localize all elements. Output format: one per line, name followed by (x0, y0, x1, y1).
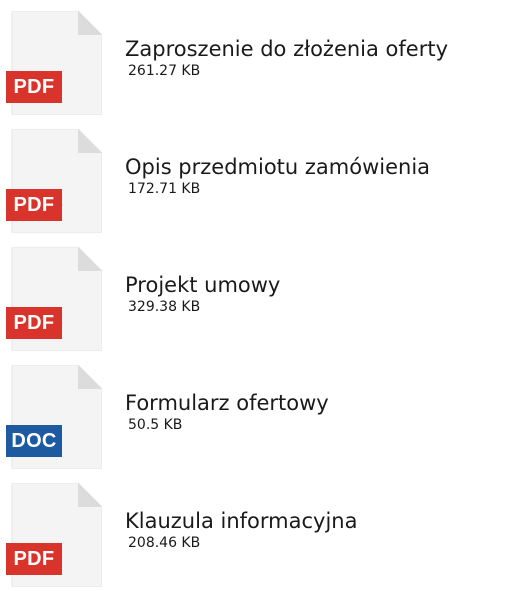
attachments-list: PDF Zaproszenie do złożenia oferty 261.2… (0, 0, 517, 591)
file-size: 208.46 KB (128, 535, 201, 551)
file-name-link[interactable]: Klauzula informacyjna (125, 509, 357, 533)
file-type-badge: PDF (6, 71, 62, 103)
file-size: 50.5 KB (128, 417, 183, 433)
file-type-badge: DOC (6, 425, 62, 457)
file-item-zaproszenie[interactable]: PDF Zaproszenie do złożenia oferty 261.2… (0, 0, 517, 118)
pdf-file-icon[interactable]: PDF (6, 247, 102, 351)
doc-file-icon[interactable]: DOC (6, 365, 102, 469)
pdf-file-icon[interactable]: PDF (6, 483, 102, 587)
file-name-link[interactable]: Zaproszenie do złożenia oferty (125, 37, 448, 61)
file-item-opis[interactable]: PDF Opis przedmiotu zamówienia 172.71 KB (0, 118, 517, 236)
file-type-badge: PDF (6, 189, 62, 221)
file-name-link[interactable]: Projekt umowy (125, 273, 280, 297)
file-item-formularz[interactable]: DOC Formularz ofertowy 50.5 KB (0, 354, 517, 472)
file-name-link[interactable]: Formularz ofertowy (125, 391, 329, 415)
pdf-file-icon[interactable]: PDF (6, 11, 102, 115)
file-type-badge: PDF (6, 543, 62, 575)
file-item-projekt-umowy[interactable]: PDF Projekt umowy 329.38 KB (0, 236, 517, 354)
file-size: 329.38 KB (128, 299, 201, 315)
file-size: 172.71 KB (128, 181, 201, 197)
file-name-link[interactable]: Opis przedmiotu zamówienia (125, 155, 430, 179)
file-type-badge: PDF (6, 307, 62, 339)
pdf-file-icon[interactable]: PDF (6, 129, 102, 233)
file-item-klauzula[interactable]: PDF Klauzula informacyjna 208.46 KB (0, 472, 517, 590)
file-size: 261.27 KB (128, 63, 201, 79)
